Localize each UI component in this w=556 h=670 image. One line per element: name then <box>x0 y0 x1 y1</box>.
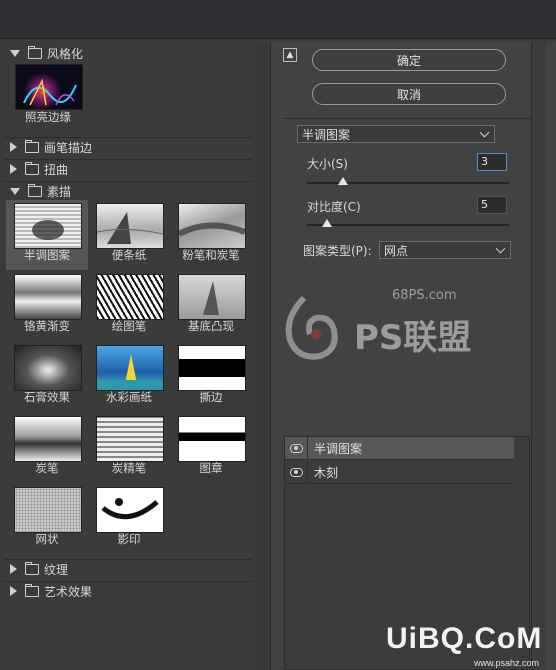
thumb-label: 网状 <box>35 532 59 546</box>
watermark-uibq: UiBQ.CoM www.psahz.com <box>386 622 543 668</box>
thumb-photocopy[interactable] <box>96 487 164 533</box>
folder-icon <box>25 583 39 597</box>
contrast-slider-track[interactable] <box>307 224 509 226</box>
folder-icon <box>25 561 39 575</box>
ok-button[interactable]: 确定 <box>312 49 506 71</box>
thumb-label: 绘图笔 <box>111 319 147 333</box>
watermark-brand-1: PS联盟 <box>354 318 472 358</box>
window-title-bar <box>0 0 556 39</box>
note-paper-art <box>96 212 164 244</box>
water-paper-art <box>97 354 163 390</box>
cancel-button[interactable]: 取消 <box>312 83 506 105</box>
filter-select-value: 半调图案 <box>302 127 351 142</box>
contrast-input[interactable]: 5 <box>477 196 507 214</box>
thumb-note-paper[interactable] <box>96 203 164 249</box>
divider <box>283 118 531 119</box>
thumb-chalk-charcoal[interactable] <box>177 203 247 249</box>
category-texture[interactable]: 纹理 <box>4 559 252 578</box>
collapsed-icon <box>10 564 17 574</box>
contrast-slider-handle[interactable] <box>322 219 333 227</box>
watermark-site-1: 68PS.com <box>392 288 457 303</box>
category-label: 画笔描边 <box>44 140 93 155</box>
chalk-charcoal-art <box>177 222 247 237</box>
thumb-plaster[interactable] <box>14 345 82 391</box>
thumb-label: 水彩画纸 <box>106 390 152 404</box>
contrast-label: 对比度(C) <box>307 200 361 214</box>
category-distort[interactable]: 扭曲 <box>4 159 252 178</box>
thumb-label: 图章 <box>199 461 223 475</box>
thumb-label: 铬黄渐变 <box>24 319 70 333</box>
size-slider-track[interactable] <box>307 182 509 184</box>
thumb-torn-edges[interactable] <box>178 345 246 391</box>
category-label: 纹理 <box>44 562 69 577</box>
chevron-down-icon <box>495 243 506 254</box>
size-input[interactable]: 3 <box>477 153 507 171</box>
halftone-art <box>32 220 64 240</box>
expand-icon <box>10 187 20 195</box>
collapsed-icon <box>10 586 17 596</box>
thumb-graphic-pen[interactable] <box>96 274 164 320</box>
collapsed-icon <box>10 164 17 174</box>
thumb-water-paper[interactable] <box>96 345 164 391</box>
folder-icon <box>25 139 39 153</box>
expand-icon <box>10 49 20 57</box>
watermark-site-2: UiBQ.CoM <box>386 622 543 655</box>
watermark-ps-lianmeng: 68PS.com PS联盟 <box>280 288 480 368</box>
folder-icon <box>28 183 42 197</box>
thumb-halftone[interactable] <box>14 203 82 249</box>
layer-label: 木刻 <box>314 465 339 480</box>
chevron-down-icon <box>479 127 490 138</box>
thumb-stamp[interactable] <box>178 416 246 462</box>
thumb-charcoal[interactable] <box>14 416 82 462</box>
glowing-edges-art <box>23 78 77 106</box>
category-sketch[interactable]: 素描 <box>4 181 252 200</box>
settings-scrollbar[interactable] <box>531 42 546 670</box>
thumb-label: 基底凸现 <box>188 319 234 333</box>
photocopy-art <box>101 498 159 520</box>
thumb-label: 撕边 <box>199 390 223 404</box>
thumb-label: 照亮边缘 <box>25 110 71 124</box>
eye-icon[interactable] <box>285 437 308 459</box>
filter-select[interactable]: 半调图案 <box>297 125 495 143</box>
thumb-label: 炭笔 <box>35 461 59 475</box>
category-artistic[interactable]: 艺术效果 <box>4 581 252 600</box>
bas-relief-art <box>203 281 219 315</box>
pattern-type-label: 图案类型(P): <box>303 244 372 258</box>
thumb-label: 粉笔和炭笔 <box>182 248 240 262</box>
collapse-gallery-icon[interactable]: ▲ <box>283 48 297 62</box>
size-slider-handle[interactable] <box>338 177 349 185</box>
thumb-conte-crayon[interactable] <box>96 416 164 462</box>
collapsed-icon <box>10 142 17 152</box>
folder-icon <box>25 161 39 175</box>
thumb-label: 影印 <box>117 532 141 546</box>
pattern-type-value: 网点 <box>384 243 409 258</box>
folder-icon <box>28 45 42 59</box>
category-label: 素描 <box>47 184 72 199</box>
thumb-glowing-edges[interactable] <box>15 64 83 110</box>
category-label: 风格化 <box>47 46 84 61</box>
thumb-reticulation[interactable] <box>14 487 82 533</box>
eye-icon[interactable] <box>285 461 308 483</box>
gallery-scrollbar[interactable] <box>255 42 269 670</box>
watermark-site-2-small: www.psahz.com <box>474 658 540 668</box>
category-label: 扭曲 <box>44 162 69 177</box>
category-label: 艺术效果 <box>44 584 93 599</box>
category-brush-strokes[interactable]: 画笔描边 <box>4 137 252 156</box>
layer-label: 半调图案 <box>314 441 363 456</box>
layer-row[interactable]: 木刻 <box>285 461 514 484</box>
size-label: 大小(S) <box>307 157 348 171</box>
category-stylize[interactable]: 风格化 <box>4 44 252 62</box>
layer-row-selected[interactable]: 半调图案 <box>285 437 514 460</box>
thumb-label: 半调图案 <box>24 248 70 262</box>
thumb-label: 炭精笔 <box>111 461 147 475</box>
thumb-bas-relief[interactable] <box>178 274 246 320</box>
pattern-type-select[interactable]: 网点 <box>379 241 511 259</box>
thumb-label: 便条纸 <box>111 248 147 262</box>
thumb-label: 石膏效果 <box>24 390 70 404</box>
thumb-chrome[interactable] <box>14 274 82 320</box>
